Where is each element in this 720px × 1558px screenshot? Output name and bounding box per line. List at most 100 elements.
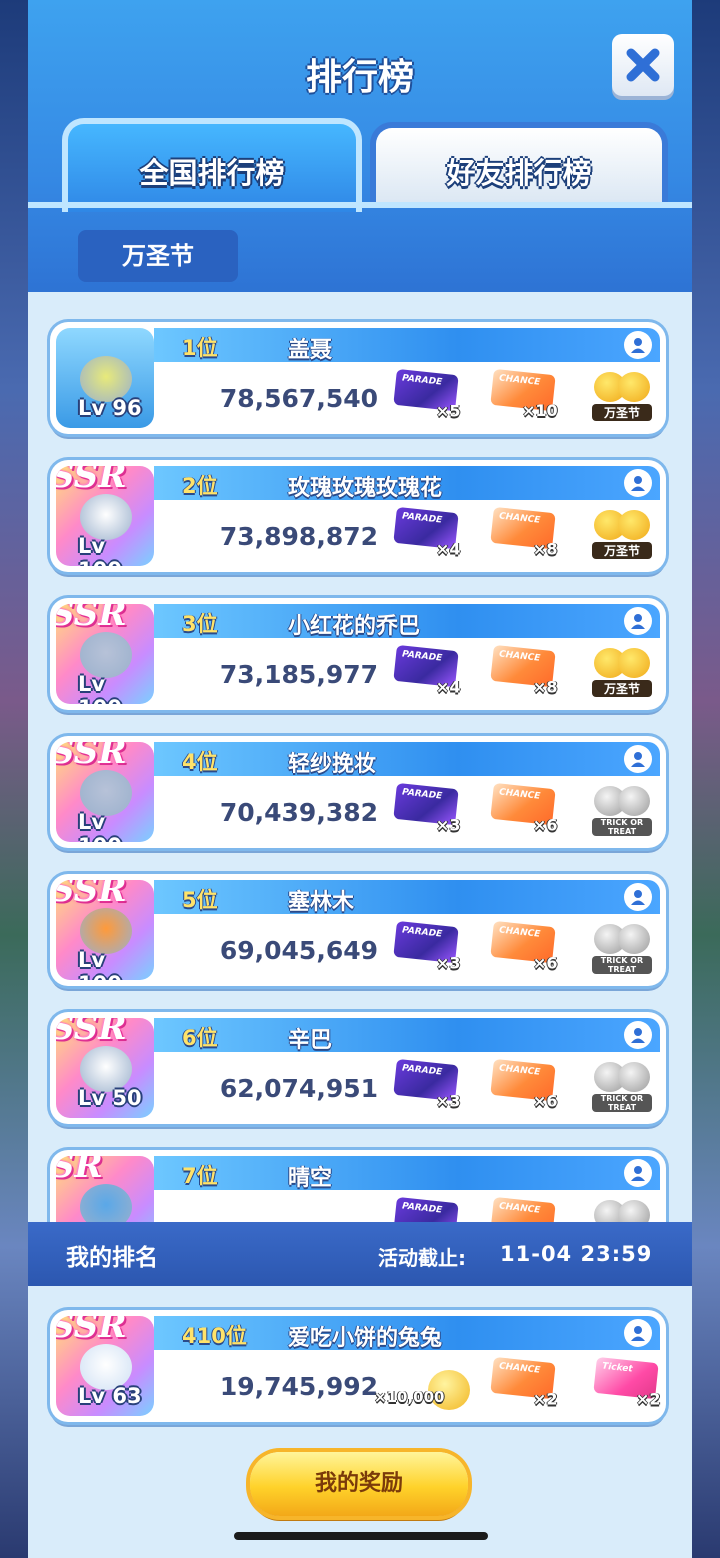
parade-ticket-count: ×3 bbox=[436, 1091, 461, 1111]
panel-header: 排行榜 全国排行榜 好友排行榜 万圣节 bbox=[28, 0, 692, 292]
rarity-badge: SSR bbox=[56, 742, 127, 772]
my-ranking-row[interactable]: SSR Lv 63 410位 爱吃小饼的兔兔 19,745,992 ×10,00… bbox=[50, 1310, 666, 1422]
player-name: 辛巴 bbox=[288, 1028, 333, 1053]
tab-divider bbox=[28, 202, 692, 208]
profile-icon bbox=[631, 476, 645, 491]
profile-button[interactable] bbox=[624, 1159, 652, 1187]
badge-text: 万圣节 bbox=[592, 680, 652, 697]
profile-icon bbox=[631, 1326, 645, 1341]
level-label: Lv 100 bbox=[78, 948, 122, 980]
profile-icon bbox=[631, 1028, 645, 1043]
level-label: Lv 50 bbox=[78, 1086, 142, 1110]
tab-national[interactable]: 全国排行榜 bbox=[62, 118, 362, 212]
parade-ticket-icon: PARADE ×3 bbox=[393, 782, 461, 834]
rarity-badge: SSR bbox=[56, 604, 127, 634]
event-badge-icon: 万圣节 bbox=[590, 502, 654, 564]
rarity-badge: SR bbox=[56, 1156, 103, 1186]
badge-character-right bbox=[618, 1200, 650, 1222]
badge-character-right bbox=[618, 648, 650, 678]
score-value: 73,898,872 bbox=[219, 522, 378, 551]
event-badge-icon: 万圣节 bbox=[590, 364, 654, 426]
parade-ticket-icon: PARADE ×5 bbox=[393, 368, 461, 420]
my-reward-button[interactable]: 我的奖励 bbox=[250, 1452, 468, 1516]
profile-button[interactable] bbox=[624, 883, 652, 911]
rarity-badge: SSR bbox=[56, 466, 127, 496]
profile-icon bbox=[631, 752, 645, 767]
profile-button[interactable] bbox=[624, 607, 652, 635]
level-label: Lv 100 bbox=[78, 534, 122, 566]
chance-ticket-label: CHANCE bbox=[498, 787, 541, 802]
chance-ticket-icon: CHANCE ×2 bbox=[490, 1356, 558, 1408]
parade-ticket-label: PARADE bbox=[401, 511, 443, 526]
name-bar bbox=[154, 1156, 660, 1190]
ranking-row[interactable]: SSR Lv 100 3位 小红花的乔巴 73,185,977 PARADE ×4 CHANC… bbox=[50, 598, 666, 710]
event-badge-icon: TRICK OR TREAT bbox=[590, 916, 654, 978]
level-label: Lv 100 bbox=[78, 810, 122, 842]
chance-ticket-count: ×10 bbox=[522, 400, 558, 420]
chance-ticket-label: CHANCE bbox=[498, 1361, 541, 1376]
rarity-badge: SSR bbox=[56, 880, 127, 910]
parade-ticket-icon: PARADE bbox=[393, 1196, 459, 1222]
parade-ticket-icon: PARADE ×3 bbox=[393, 1058, 461, 1110]
badge-text: TRICK OR TREAT bbox=[592, 1094, 652, 1112]
ranking-row[interactable]: SR 7位 晴空 PARADE CHANCE TRICK OR TREAT bbox=[50, 1150, 666, 1222]
badge-text: 万圣节 bbox=[592, 404, 652, 421]
parade-ticket-label: PARADE bbox=[401, 649, 443, 664]
score-value: 73,185,977 bbox=[219, 660, 378, 689]
profile-button[interactable] bbox=[624, 1021, 652, 1049]
close-button[interactable] bbox=[612, 34, 674, 96]
close-icon bbox=[626, 48, 660, 82]
rank-label: 3位 bbox=[182, 612, 218, 636]
badge-character-right bbox=[618, 372, 650, 402]
score-value: 19,745,992 bbox=[219, 1372, 378, 1401]
ranking-row[interactable]: SSR Lv 100 5位 塞林木 69,045,649 PARADE ×3 CHANCE ×6… bbox=[50, 874, 666, 986]
chance-ticket-count: ×6 bbox=[533, 815, 558, 835]
chance-ticket-label: CHANCE bbox=[498, 1063, 541, 1078]
rank-label: 6位 bbox=[182, 1026, 218, 1050]
chance-ticket-count: ×2 bbox=[533, 1389, 558, 1409]
season-selector[interactable]: 万圣节 bbox=[78, 230, 238, 282]
ranking-row[interactable]: SSR Lv 100 2位 玫瑰玫瑰玫瑰花 73,898,872 PARADE ×4 CHAN… bbox=[50, 460, 666, 572]
ranking-row[interactable]: SSR Lv 100 4位 轻纱挽妆 70,439,382 PARADE ×3 CHANCE ×… bbox=[50, 736, 666, 848]
home-indicator[interactable] bbox=[234, 1532, 488, 1540]
name-bar bbox=[154, 1018, 660, 1052]
chance-ticket-count: ×6 bbox=[533, 1091, 558, 1111]
badge-character-right bbox=[618, 786, 650, 816]
parade-ticket-icon: PARADE ×4 bbox=[393, 506, 461, 558]
coin-count: ×10,000 bbox=[374, 1388, 445, 1406]
profile-icon bbox=[631, 614, 645, 629]
chance-ticket-count: ×8 bbox=[533, 677, 558, 697]
player-name: 塞林木 bbox=[288, 890, 355, 915]
background-left bbox=[0, 0, 30, 1558]
profile-button[interactable] bbox=[624, 331, 652, 359]
rank-label: 1位 bbox=[182, 336, 218, 360]
profile-button[interactable] bbox=[624, 469, 652, 497]
avatar: SSR Lv 100 bbox=[56, 742, 154, 842]
event-badge-icon: TRICK OR TREAT bbox=[590, 1054, 654, 1116]
avatar: Lv 96 bbox=[56, 328, 154, 428]
avatar: SSR Lv 50 bbox=[56, 1018, 154, 1118]
rank-label: 7位 bbox=[182, 1164, 218, 1188]
my-ranking-title: 我的排名 bbox=[66, 1245, 158, 1271]
rank-label: 2位 bbox=[182, 474, 218, 498]
chance-ticket-label: CHANCE bbox=[498, 649, 541, 664]
chance-ticket-icon: CHANCE ×10 bbox=[490, 368, 558, 420]
ranking-row[interactable]: Lv 96 1位 盖聂 78,567,540 PARADE ×5 CHANCE ×10 万圣节 bbox=[50, 322, 666, 434]
event-badge-icon: TRICK OR TREAT bbox=[590, 1192, 654, 1222]
ticket-icon: Ticket ×2 bbox=[593, 1356, 661, 1408]
ticket-count: ×2 bbox=[636, 1389, 661, 1409]
tab-national-label: 全国排行榜 bbox=[139, 156, 285, 190]
tab-friends[interactable]: 好友排行榜 bbox=[370, 122, 668, 204]
profile-button[interactable] bbox=[624, 745, 652, 773]
ranking-row[interactable]: SSR Lv 50 6位 辛巴 62,074,951 PARADE ×3 CHANCE ×6 TR… bbox=[50, 1012, 666, 1124]
player-name: 轻纱挽妆 bbox=[288, 752, 377, 777]
profile-icon bbox=[631, 890, 645, 905]
chance-ticket-label: CHANCE bbox=[498, 511, 541, 526]
character-face bbox=[80, 1184, 132, 1222]
background-right bbox=[690, 0, 720, 1558]
profile-button[interactable] bbox=[624, 1319, 652, 1347]
ranking-list[interactable]: Lv 96 1位 盖聂 78,567,540 PARADE ×5 CHANCE ×10 万圣节 S… bbox=[28, 292, 692, 1222]
avatar: SSR Lv 100 bbox=[56, 604, 154, 704]
chance-ticket-count: ×6 bbox=[533, 953, 558, 973]
chance-ticket-icon: CHANCE ×6 bbox=[490, 1058, 558, 1110]
